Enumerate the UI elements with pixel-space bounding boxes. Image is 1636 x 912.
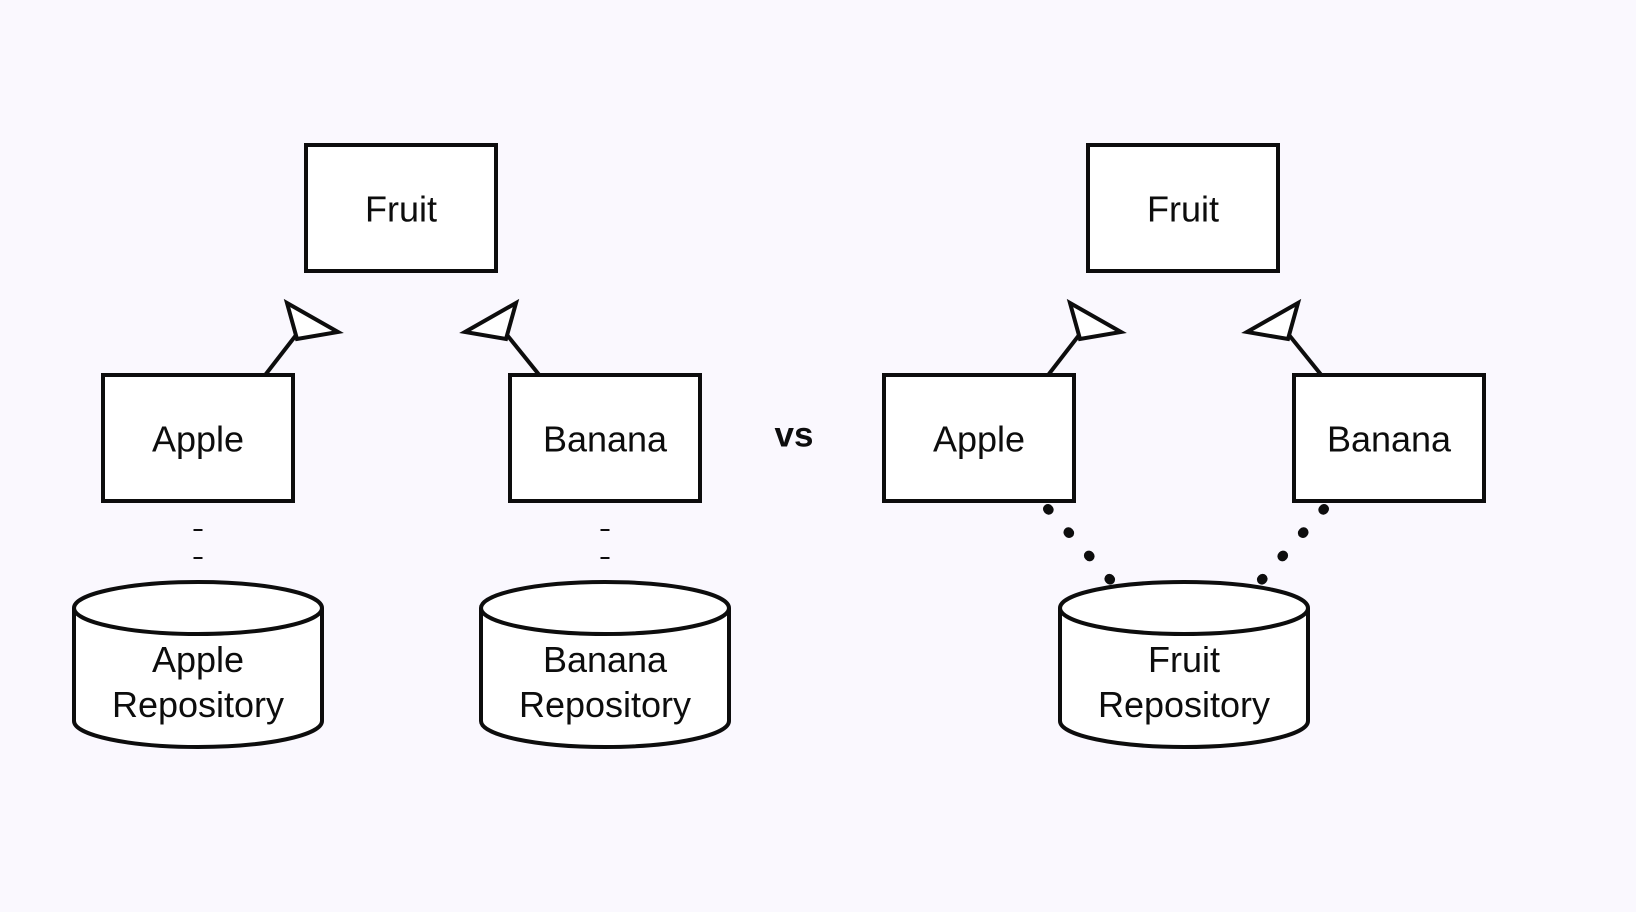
class-box-fruit-right[interactable]: Fruit bbox=[1086, 143, 1280, 273]
right-diagram: Fruit Apple Banana Fruit Repository bbox=[882, 143, 1486, 749]
database-apple-repository-line2: Repository bbox=[112, 684, 284, 725]
database-banana-repository[interactable]: Banana Repository bbox=[479, 580, 731, 749]
class-box-fruit-right-label: Fruit bbox=[1147, 189, 1219, 230]
class-box-apple-left-label: Apple bbox=[152, 419, 244, 460]
database-banana-repository-line1: Banana bbox=[543, 639, 668, 680]
class-box-fruit-left-label: Fruit bbox=[365, 189, 437, 230]
class-box-fruit-left[interactable]: Fruit bbox=[304, 143, 498, 273]
left-diagram: Fruit Apple Banana Apple Repository Bana… bbox=[72, 143, 731, 749]
class-box-apple-left[interactable]: Apple bbox=[101, 373, 295, 503]
versus-separator-label: vs bbox=[775, 415, 814, 454]
class-box-banana-left[interactable]: Banana bbox=[508, 373, 702, 503]
database-fruit-repository-line2: Repository bbox=[1098, 684, 1270, 725]
database-fruit-repository[interactable]: Fruit Repository bbox=[1058, 580, 1310, 749]
uml-comparison-diagram: Fruit Apple Banana Apple Repository Bana… bbox=[0, 0, 1636, 912]
database-apple-repository-line1: Apple bbox=[152, 639, 244, 680]
class-box-apple-right-label: Apple bbox=[933, 419, 1025, 460]
class-box-banana-left-label: Banana bbox=[543, 419, 668, 460]
class-box-banana-right-label: Banana bbox=[1327, 419, 1452, 460]
class-box-banana-right[interactable]: Banana bbox=[1292, 373, 1486, 503]
database-fruit-repository-line1: Fruit bbox=[1148, 639, 1220, 680]
class-box-apple-right[interactable]: Apple bbox=[882, 373, 1076, 503]
database-apple-repository[interactable]: Apple Repository bbox=[72, 580, 324, 749]
database-banana-repository-line2: Repository bbox=[519, 684, 691, 725]
